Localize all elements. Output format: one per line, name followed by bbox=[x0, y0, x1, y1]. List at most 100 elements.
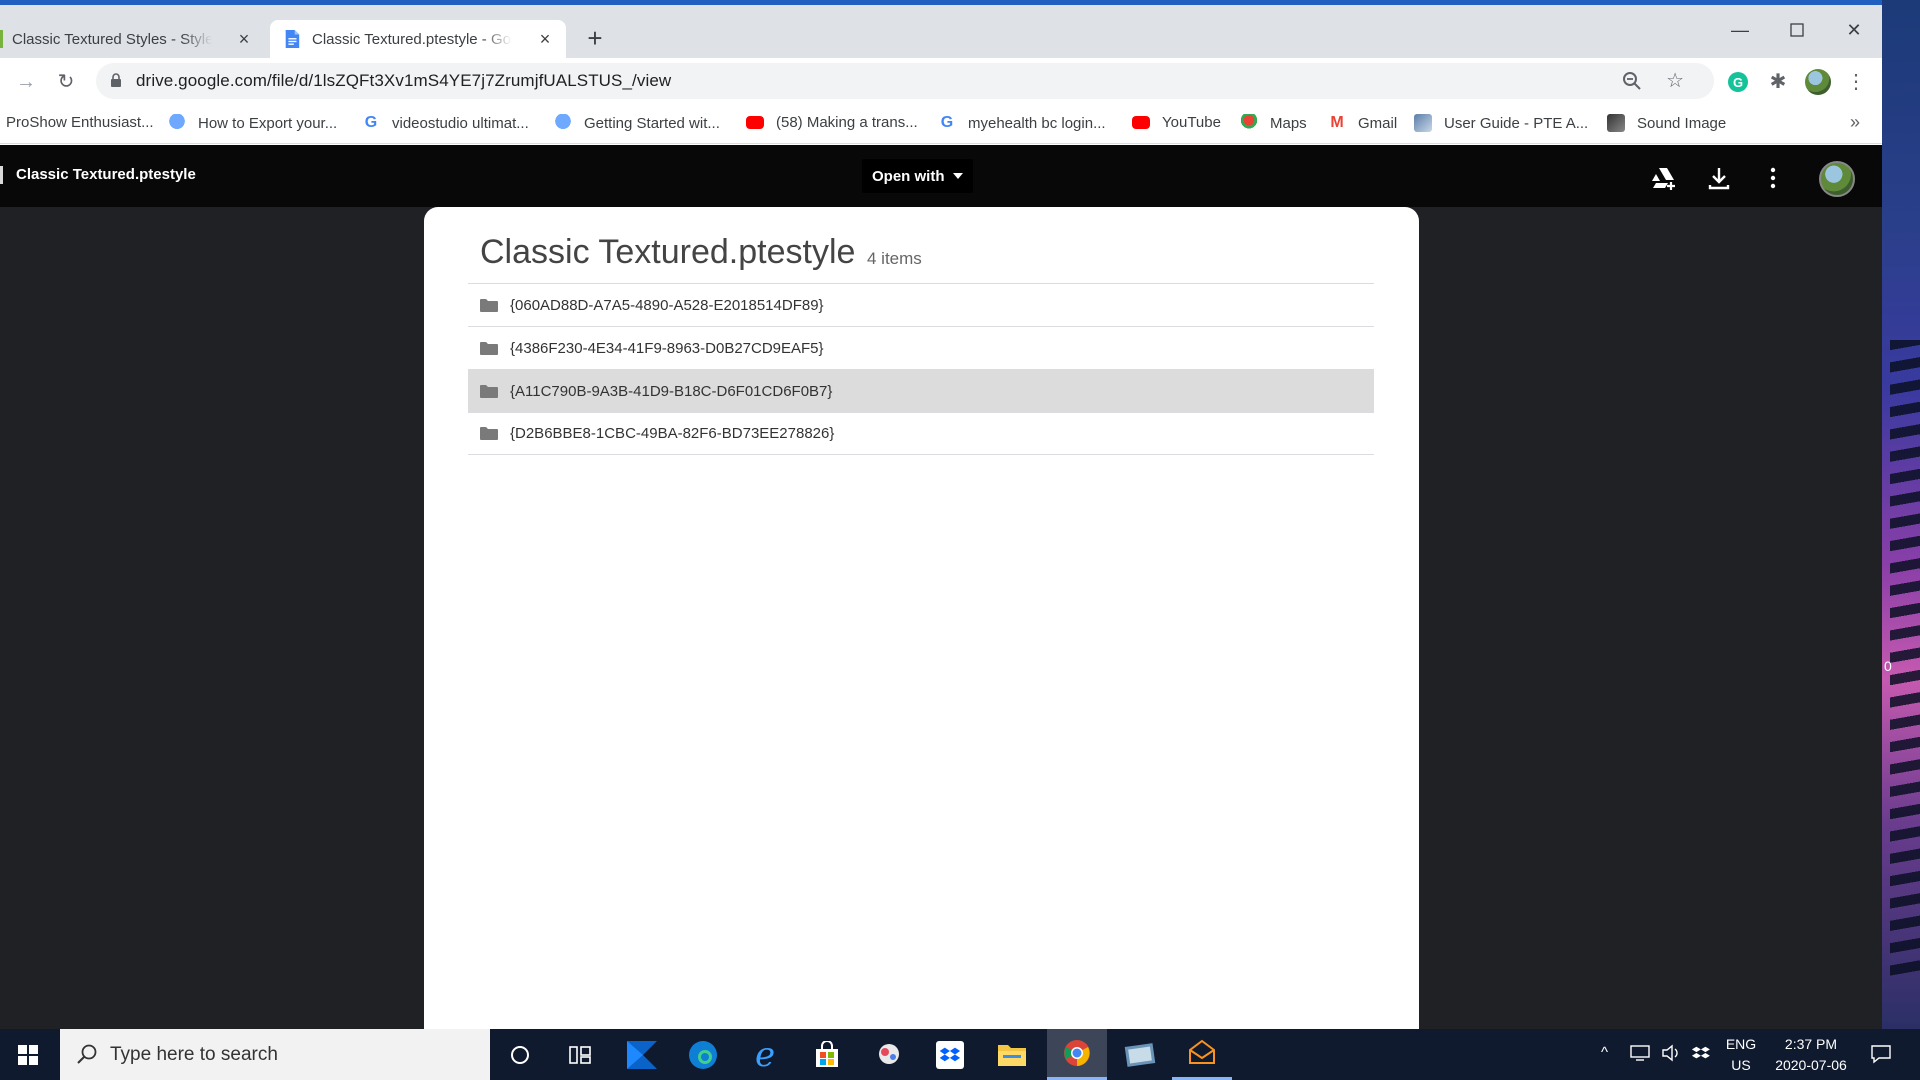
network-icon[interactable] bbox=[1630, 1044, 1650, 1066]
zoom-icon[interactable] bbox=[1620, 69, 1644, 93]
tab-favicon bbox=[0, 30, 3, 48]
bookmark-label: How to Export your... bbox=[198, 114, 338, 132]
cortana-icon[interactable] bbox=[490, 1029, 550, 1080]
svg-text:G: G bbox=[1733, 75, 1743, 90]
snipping-tool-icon[interactable] bbox=[859, 1029, 919, 1080]
bookmark-user-guide[interactable]: User Guide - PTE A... bbox=[1414, 114, 1588, 132]
caret-down-icon bbox=[952, 173, 963, 179]
balloon-icon bbox=[554, 114, 572, 132]
clock-time[interactable]: 2:37 PM bbox=[1766, 1036, 1856, 1052]
close-icon[interactable]: × bbox=[233, 28, 255, 50]
profile-avatar[interactable] bbox=[1804, 68, 1832, 96]
folder-icon bbox=[480, 298, 498, 312]
docs-icon bbox=[285, 30, 300, 48]
edge-browser-icon[interactable] bbox=[673, 1029, 733, 1080]
image-icon bbox=[1414, 114, 1432, 132]
open-with-button[interactable]: Open with bbox=[862, 159, 973, 193]
tab-title: Classic Textured.ptestyle - Google bbox=[312, 30, 512, 48]
language-region[interactable]: US bbox=[1723, 1057, 1759, 1073]
tab-classic-textured-ptestyle[interactable]: Classic Textured.ptestyle - Google × bbox=[270, 20, 566, 58]
internet-explorer-icon[interactable]: e bbox=[735, 1029, 795, 1080]
list-item[interactable]: {060AD88D-A7A5-4890-A528-E2018514DF89} bbox=[468, 283, 1374, 326]
folder-icon bbox=[480, 427, 498, 440]
google-icon: G bbox=[940, 114, 954, 131]
clock-date[interactable]: 2020-07-06 bbox=[1766, 1057, 1856, 1073]
youtube-icon bbox=[746, 116, 764, 129]
archive-item-count: 4 items bbox=[867, 249, 922, 268]
new-tab-button[interactable]: + bbox=[583, 25, 607, 51]
reload-icon[interactable]: ↻ bbox=[52, 68, 80, 96]
tray-overflow-icon[interactable]: ^ bbox=[1601, 1044, 1608, 1061]
store-icon[interactable] bbox=[797, 1029, 857, 1080]
wallpaper-tree bbox=[1890, 340, 1920, 980]
bookmark-myehealth[interactable]: G myehealth bc login... bbox=[938, 114, 1106, 132]
browser-menu-icon[interactable]: ⋮ bbox=[1842, 68, 1870, 96]
folder-icon bbox=[480, 341, 498, 355]
search-placeholder: Type here to search bbox=[110, 1044, 278, 1065]
chrome-icon[interactable] bbox=[1047, 1029, 1107, 1080]
taskbar-search[interactable]: Type here to search bbox=[60, 1029, 490, 1080]
task-view-icon[interactable] bbox=[550, 1029, 610, 1080]
minimize-icon[interactable]: — bbox=[1725, 18, 1755, 42]
list-item[interactable]: {D2B6BBE8-1CBC-49BA-82F6-BD73EE278826} bbox=[468, 412, 1374, 455]
forward-icon[interactable]: → bbox=[12, 68, 40, 96]
bookmark-proshow[interactable]: ProShow Enthusiast... bbox=[6, 114, 154, 131]
bookmark-label: Sound Image bbox=[1637, 114, 1727, 132]
viewer-file-name: Classic Textured.ptestyle bbox=[0, 166, 196, 184]
bookmark-maps[interactable]: Maps bbox=[1240, 114, 1307, 132]
tab-strip: Classic Textured Styles - Styles & × Cla… bbox=[0, 0, 1882, 58]
lock-icon bbox=[111, 73, 121, 87]
bookmark-videostudio[interactable]: G videostudio ultimat... bbox=[362, 114, 529, 132]
dropbox-tray-icon[interactable] bbox=[1691, 1044, 1711, 1066]
tab-classic-textured-styles[interactable]: Classic Textured Styles - Styles & × bbox=[0, 20, 265, 58]
list-item-label: {060AD88D-A7A5-4890-A528-E2018514DF89} bbox=[510, 296, 824, 314]
bookmark-youtube[interactable]: YouTube bbox=[1132, 114, 1221, 131]
bookmarks-bar: ProShow Enthusiast... How to Export your… bbox=[0, 104, 1882, 144]
bookmark-making-a-trans[interactable]: (58) Making a trans... bbox=[746, 114, 918, 131]
list-item[interactable]: {4386F230-4E34-41F9-8963-D0B27CD9EAF5} bbox=[468, 326, 1374, 369]
viewer-header: Classic Textured.ptestyle Open with bbox=[0, 145, 1882, 207]
photo-app-icon[interactable] bbox=[1110, 1029, 1170, 1080]
list-item[interactable]: {A11C790B-9A3B-41D9-B18C-D6F01CD6F0B7} bbox=[468, 369, 1374, 412]
url-text[interactable]: drive.google.com/file/d/1lsZQFt3Xv1mS4YE… bbox=[136, 71, 671, 91]
bookmark-label: ProShow Enthusiast... bbox=[6, 114, 154, 131]
extensions-icon[interactable]: ✱ bbox=[1764, 68, 1792, 96]
archive-preview-card: Classic Textured.ptestyle 4 items {060AD… bbox=[424, 207, 1419, 1029]
bookmark-gmail[interactable]: M Gmail bbox=[1328, 114, 1397, 132]
dropbox-icon[interactable] bbox=[920, 1029, 980, 1080]
bookmark-star-icon[interactable]: ☆ bbox=[1666, 68, 1684, 93]
add-to-drive-icon[interactable] bbox=[1651, 165, 1677, 191]
bookmark-sound-image[interactable]: Sound Image bbox=[1607, 114, 1726, 132]
volume-icon[interactable] bbox=[1661, 1044, 1681, 1066]
window-close-icon[interactable]: ✕ bbox=[1839, 18, 1869, 42]
file-explorer-icon[interactable] bbox=[982, 1029, 1042, 1080]
grammarly-icon[interactable]: G bbox=[1724, 68, 1752, 96]
language-code[interactable]: ENG bbox=[1723, 1036, 1759, 1052]
address-bar[interactable]: drive.google.com/file/d/1lsZQFt3Xv1mS4YE… bbox=[96, 63, 1714, 99]
desktop-wallpaper: 0 bbox=[1882, 0, 1920, 1029]
browser-window: Classic Textured Styles - Styles & × Cla… bbox=[0, 0, 1882, 1029]
balloon-icon bbox=[168, 114, 186, 132]
toolbar: → ↻ drive.google.com/file/d/1lsZQFt3Xv1m… bbox=[0, 58, 1882, 104]
taskbar: Type here to search e ^ ENG US 2:37 PM 2… bbox=[0, 1029, 1920, 1080]
mail-app-icon[interactable] bbox=[1172, 1029, 1232, 1080]
bookmark-label: (58) Making a trans... bbox=[776, 114, 918, 131]
bookmark-getting-started[interactable]: Getting Started wit... bbox=[554, 114, 720, 132]
notifications-icon[interactable] bbox=[1870, 1044, 1892, 1068]
bookmark-how-to-export[interactable]: How to Export your... bbox=[168, 114, 337, 132]
folder-icon bbox=[480, 384, 498, 398]
bookmark-label: Getting Started wit... bbox=[584, 114, 720, 132]
windows-start-icon[interactable] bbox=[18, 1045, 38, 1065]
proshow-app-icon[interactable] bbox=[612, 1029, 672, 1080]
archive-title: Classic Textured.ptestyle bbox=[480, 233, 856, 271]
close-icon[interactable]: × bbox=[534, 28, 556, 50]
list-item-label: {A11C790B-9A3B-41D9-B18C-D6F01CD6F0B7} bbox=[510, 382, 833, 400]
maximize-icon[interactable] bbox=[1782, 18, 1812, 42]
desktop-edge-text: 0 bbox=[1884, 658, 1892, 674]
account-avatar[interactable] bbox=[1819, 161, 1855, 197]
download-icon[interactable] bbox=[1706, 165, 1732, 191]
open-with-label: Open with bbox=[872, 167, 945, 185]
gmail-icon: M bbox=[1330, 114, 1344, 131]
bookmarks-overflow-button[interactable]: » bbox=[1850, 112, 1860, 133]
more-options-icon[interactable] bbox=[1760, 165, 1786, 191]
